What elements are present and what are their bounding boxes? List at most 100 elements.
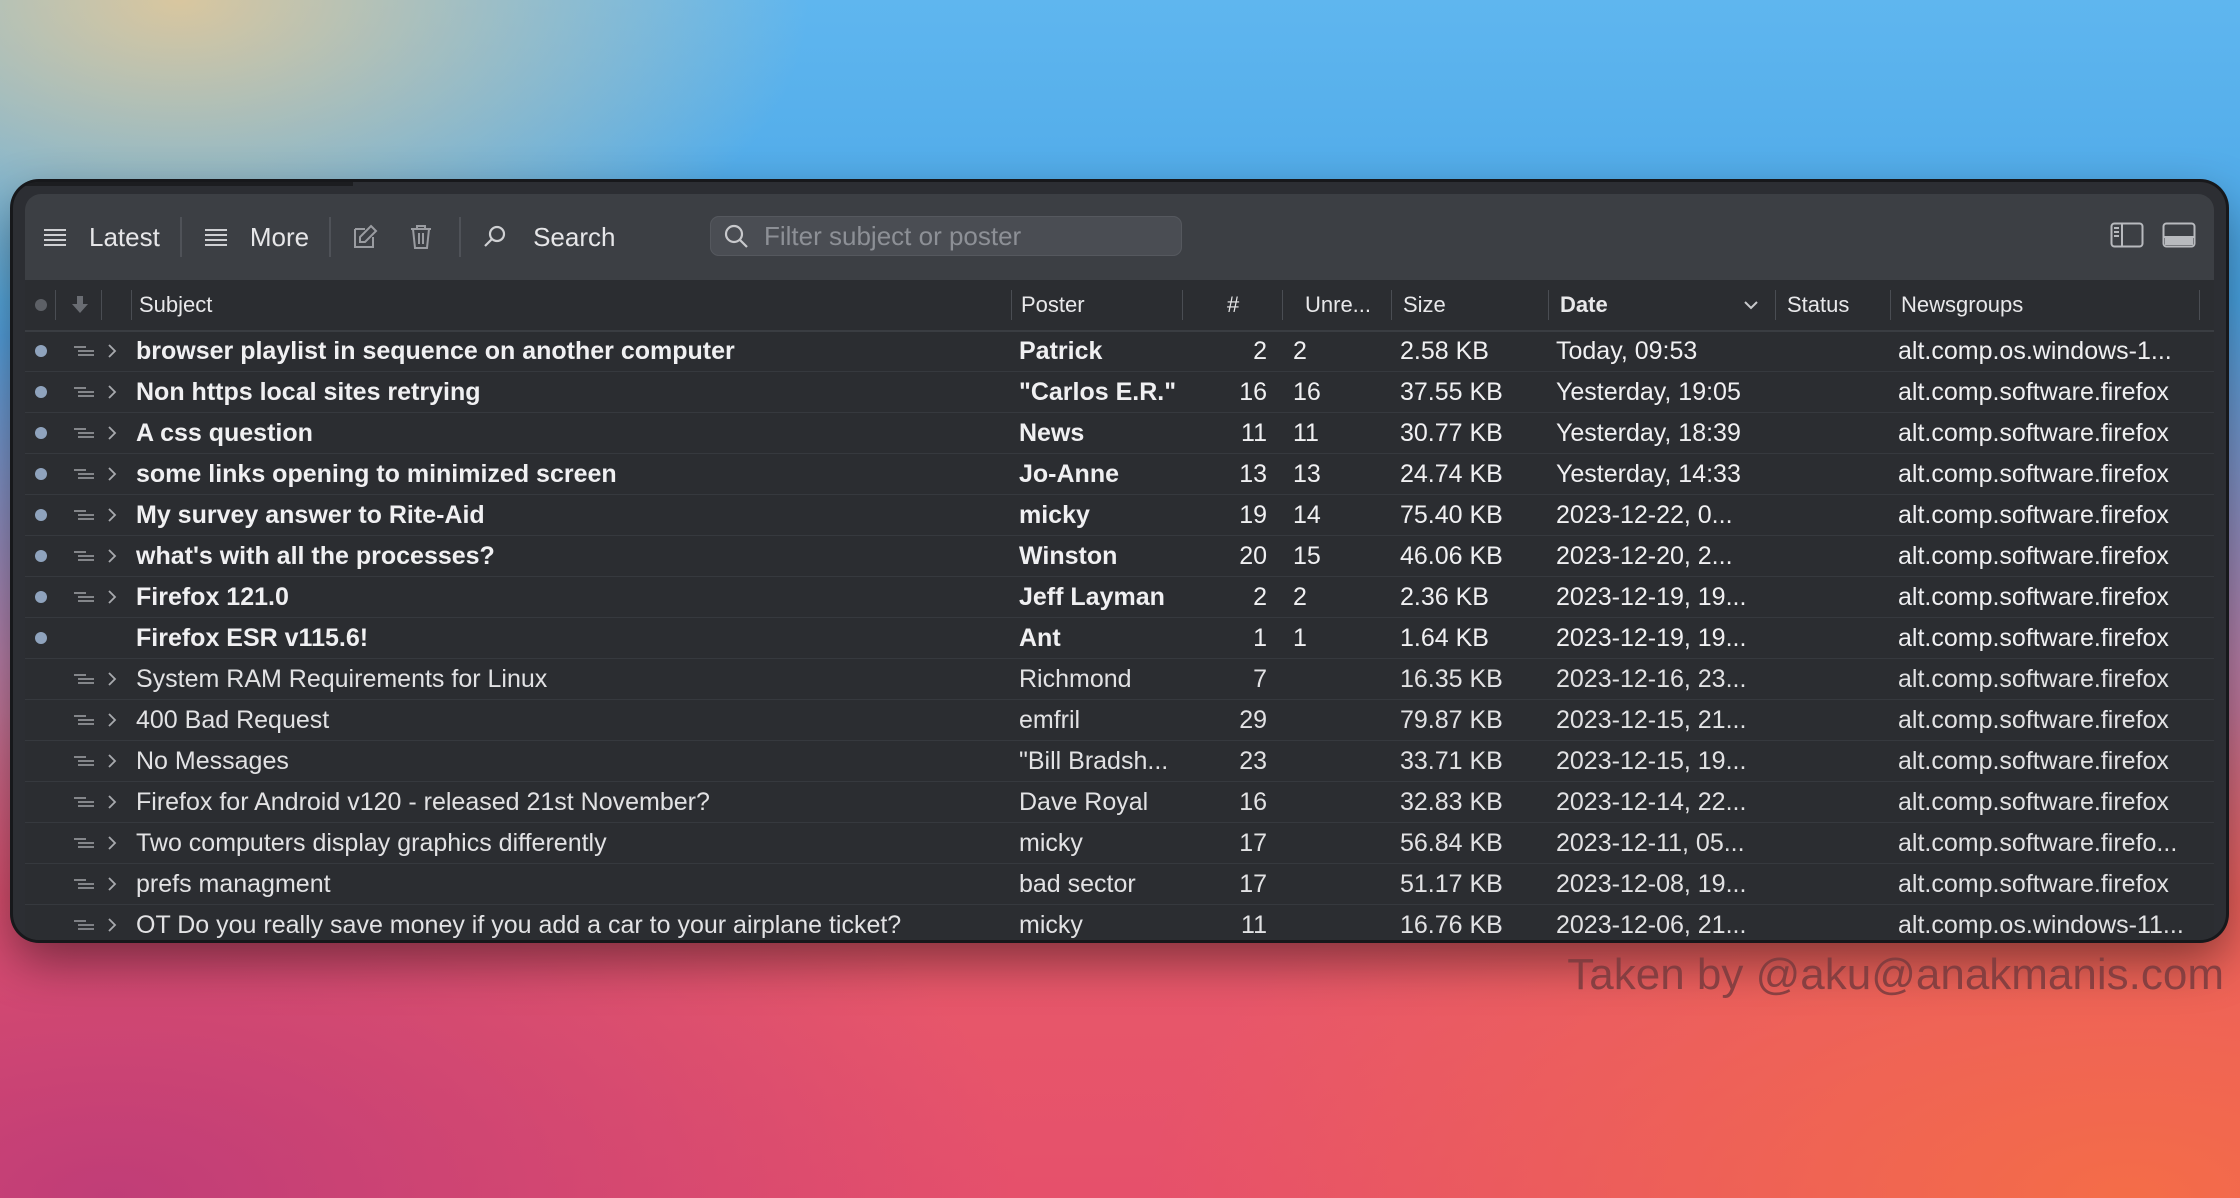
thread-lines-icon [74, 674, 94, 684]
table-row[interactable]: 400 Bad Request emfril 29 79.87 KB 2023-… [25, 700, 2214, 741]
preview-pane-toggle-icon[interactable] [2162, 222, 2196, 253]
unread-column-header[interactable]: Unre... [1305, 280, 1371, 330]
compose-icon[interactable] [345, 217, 385, 257]
size-column-header[interactable]: Size [1403, 280, 1446, 330]
unread-dot-cell[interactable] [35, 372, 47, 412]
poster-cell: micky [1019, 910, 1083, 939]
count-cell: 16 [1239, 787, 1267, 816]
message-list: browser playlist in sequence on another … [25, 331, 2214, 940]
size-cell: 30.77 KB [1400, 418, 1503, 447]
expand-cell[interactable] [107, 331, 117, 371]
expand-cell[interactable] [107, 372, 117, 412]
subject-cell: prefs managment [136, 869, 331, 898]
table-row[interactable]: OT Do you really save money if you add a… [25, 905, 2214, 940]
thread-cell [73, 331, 95, 371]
newsgroups-column-header[interactable]: Newsgroups [1901, 280, 2023, 330]
sort-chevron-down-icon[interactable] [1743, 280, 1759, 330]
chevron-right-icon [108, 385, 117, 399]
filter-field[interactable] [710, 216, 1182, 256]
newsgroup-cell: alt.comp.os.windows-11... [1898, 910, 2184, 939]
unread-dot-cell[interactable] [35, 536, 47, 576]
expand-cell[interactable] [107, 577, 117, 617]
status-cell [1785, 864, 1885, 904]
thread-cell [73, 823, 95, 863]
trash-icon[interactable] [401, 217, 441, 257]
poster-column-header[interactable]: Poster [1021, 280, 1085, 330]
count-column-header[interactable]: # [1227, 280, 1239, 330]
unread-dot-cell[interactable] [35, 413, 47, 453]
column-separator[interactable] [55, 290, 56, 320]
column-separator[interactable] [1548, 290, 1549, 320]
unread-count-cell [1293, 864, 1383, 904]
column-separator[interactable] [1282, 290, 1283, 320]
unread-dot-cell[interactable] [35, 331, 47, 371]
table-row[interactable]: System RAM Requirements for Linux Richmo… [25, 659, 2214, 700]
size-cell: 37.55 KB [1400, 377, 1503, 406]
unread-dot-cell[interactable] [35, 454, 47, 494]
table-row[interactable]: browser playlist in sequence on another … [25, 331, 2214, 372]
expand-cell[interactable] [107, 536, 117, 576]
unread-dot-icon [35, 509, 47, 521]
chevron-right-icon [108, 877, 117, 891]
expand-cell[interactable] [107, 864, 117, 904]
table-row[interactable]: Firefox ESR v115.6! Ant 1 1 1.64 KB 2023… [25, 618, 2214, 659]
expand-cell[interactable] [107, 741, 117, 781]
column-separator[interactable] [1182, 290, 1183, 320]
sidebar-toggle-icon[interactable] [2110, 222, 2144, 253]
table-row[interactable]: A css question News 11 11 30.77 KB Yeste… [25, 413, 2214, 454]
latest-button[interactable]: Latest [35, 194, 160, 280]
search-button[interactable]: Search [475, 194, 615, 280]
download-column-header[interactable] [71, 280, 89, 330]
date-cell: Yesterday, 19:05 [1556, 377, 1741, 406]
unread-count-cell [1293, 700, 1383, 740]
newsgroup-cell: alt.comp.software.firefox [1898, 705, 2169, 734]
column-separator[interactable] [101, 290, 102, 320]
read-status-column-header[interactable] [35, 280, 47, 330]
expand-cell[interactable] [107, 823, 117, 863]
table-row[interactable]: Two computers display graphics different… [25, 823, 2214, 864]
thread-cell [73, 905, 95, 940]
status-cell [1785, 659, 1885, 699]
unread-dot-cell[interactable] [35, 495, 47, 535]
unread-count-cell: 13 [1293, 459, 1321, 488]
expand-cell[interactable] [107, 454, 117, 494]
poster-cell: Jo-Anne [1019, 459, 1119, 488]
expand-cell[interactable] [107, 782, 117, 822]
unread-dot-cell[interactable] [35, 618, 47, 658]
table-row[interactable]: Non https local sites retrying "Carlos E… [25, 372, 2214, 413]
expand-cell[interactable] [107, 700, 117, 740]
table-row[interactable]: Firefox 121.0 Jeff Layman 2 2 2.36 KB 20… [25, 577, 2214, 618]
filter-input[interactable] [762, 219, 1166, 253]
column-separator[interactable] [1775, 290, 1776, 320]
status-cell [1785, 536, 1885, 576]
window-content: Latest More Search Filter subject or pos… [25, 194, 2214, 940]
column-separator[interactable] [2199, 290, 2200, 320]
date-column-header[interactable]: Date [1560, 280, 1608, 330]
expand-cell[interactable] [107, 495, 117, 535]
expand-cell[interactable] [107, 413, 117, 453]
column-separator[interactable] [131, 290, 132, 320]
newsgroup-cell: alt.comp.software.firefox [1898, 541, 2169, 570]
chevron-right-icon [108, 918, 117, 932]
table-row[interactable]: prefs managment bad sector 17 51.17 KB 2… [25, 864, 2214, 905]
status-cell [1785, 577, 1885, 617]
column-separator[interactable] [1391, 290, 1392, 320]
table-row[interactable]: No Messages "Bill Bradsh... 23 33.71 KB … [25, 741, 2214, 782]
search-label: Search [533, 221, 616, 252]
column-separator[interactable] [1890, 290, 1891, 320]
subject-cell: browser playlist in sequence on another … [136, 336, 735, 365]
subject-cell: My survey answer to Rite-Aid [136, 500, 485, 529]
status-column-header[interactable]: Status [1787, 280, 1849, 330]
expand-cell[interactable] [107, 905, 117, 940]
size-cell: 1.64 KB [1400, 623, 1489, 652]
table-row[interactable]: what's with all the processes? Winston 2… [25, 536, 2214, 577]
more-button[interactable]: More [196, 194, 309, 280]
size-cell: 79.87 KB [1400, 705, 1503, 734]
table-row[interactable]: some links opening to minimized screen J… [25, 454, 2214, 495]
table-row[interactable]: My survey answer to Rite-Aid micky 19 14… [25, 495, 2214, 536]
expand-cell[interactable] [107, 659, 117, 699]
column-separator[interactable] [1011, 290, 1012, 320]
table-row[interactable]: Firefox for Android v120 - released 21st… [25, 782, 2214, 823]
unread-dot-cell[interactable] [35, 577, 47, 617]
subject-column-header[interactable]: Subject [139, 280, 212, 330]
